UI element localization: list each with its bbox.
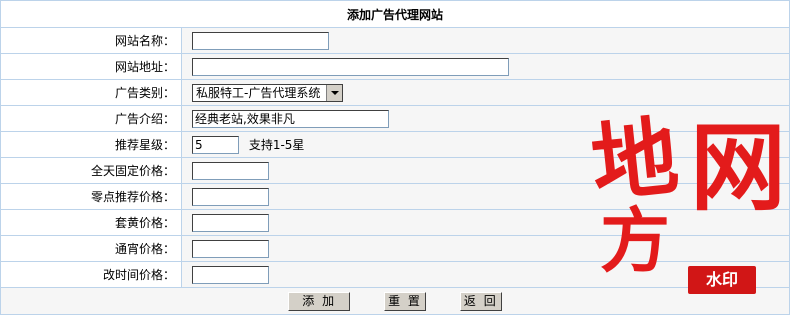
ad-category-selected: 私服特工-广告代理系统 bbox=[196, 85, 321, 100]
yellow-price-label: 套黄价格： bbox=[0, 209, 182, 236]
form-row-yellow-price: 套黄价格： bbox=[0, 209, 790, 236]
form-row-site-url: 网站地址： bbox=[0, 53, 790, 80]
watermark-char-wang: 网 bbox=[690, 111, 786, 224]
chevron-down-icon[interactable] bbox=[326, 84, 342, 101]
back-button[interactable]: 返 回 bbox=[459, 291, 502, 311]
midnight-price-input[interactable] bbox=[192, 187, 269, 206]
ad-category-label: 广告类别： bbox=[0, 79, 182, 106]
allday-price-label: 全天固定价格： bbox=[0, 157, 182, 184]
button-bar: 添 加 重 置 返 回 bbox=[0, 287, 790, 315]
form-row-overnight-price: 通宵价格： bbox=[0, 235, 790, 262]
change-time-price-label: 改时间价格： bbox=[0, 261, 182, 288]
site-url-input[interactable] bbox=[192, 57, 509, 76]
add-button[interactable]: 添 加 bbox=[288, 291, 351, 311]
star-rating-note: 支持1-5星 bbox=[248, 138, 305, 152]
midnight-price-label: 零点推荐价格： bbox=[0, 183, 182, 210]
ad-intro-input[interactable] bbox=[192, 109, 389, 128]
site-name-label: 网站名称： bbox=[0, 27, 182, 54]
overnight-price-input[interactable] bbox=[192, 239, 269, 258]
watermark-badge: 水印 bbox=[688, 266, 756, 294]
reset-button[interactable]: 重 置 bbox=[384, 291, 426, 311]
site-name-input[interactable] bbox=[192, 31, 329, 50]
ad-category-select[interactable]: 私服特工-广告代理系统 bbox=[192, 83, 343, 102]
star-rating-label: 推荐星级： bbox=[0, 131, 182, 158]
form-row-change-time-price: 改时间价格： bbox=[0, 261, 790, 288]
form-row-ad-category: 广告类别： 私服特工-广告代理系统 bbox=[0, 79, 790, 106]
overnight-price-label: 通宵价格： bbox=[0, 235, 182, 262]
yellow-price-input[interactable] bbox=[192, 213, 269, 232]
watermark-char-di: 地 bbox=[586, 105, 683, 216]
site-url-label: 网站地址： bbox=[0, 53, 182, 80]
ad-intro-label: 广告介绍： bbox=[0, 105, 182, 132]
watermark-char-fang: 方 bbox=[600, 199, 670, 282]
star-rating-input[interactable] bbox=[192, 135, 239, 154]
form-row-site-name: 网站名称： bbox=[0, 27, 790, 54]
change-time-price-input[interactable] bbox=[192, 265, 269, 284]
form-title: 添加广告代理网站 bbox=[0, 0, 790, 28]
allday-price-input[interactable] bbox=[192, 161, 269, 180]
